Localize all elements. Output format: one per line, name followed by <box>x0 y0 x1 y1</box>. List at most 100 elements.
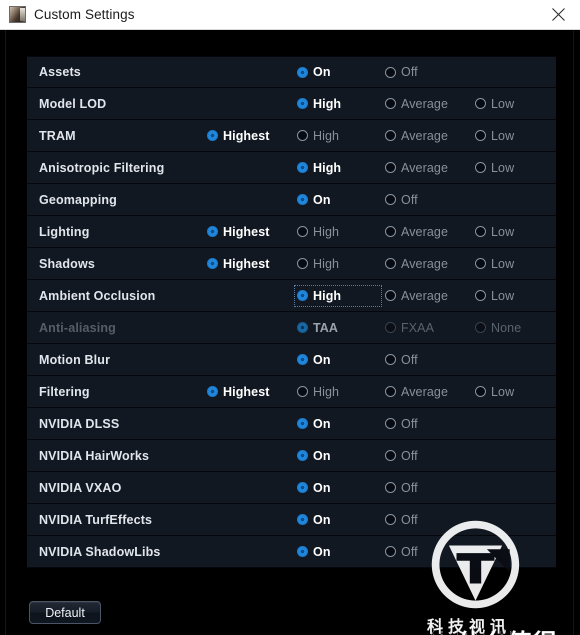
radio-option-label: Off <box>401 544 418 559</box>
radio-option[interactable]: High <box>295 222 342 242</box>
settings-row-label: NVIDIA HairWorks <box>39 448 150 463</box>
settings-row: Geomapping On Off <box>27 184 556 216</box>
radio-option[interactable]: Average <box>383 254 451 274</box>
settings-row: Filtering Highest High Average Low <box>27 376 556 408</box>
radio-option[interactable]: High <box>294 284 382 307</box>
radio-selected-icon <box>207 258 218 269</box>
radio-unselected-icon <box>475 226 486 237</box>
site-name-watermark: 科技视讯 <box>427 617 512 635</box>
settings-row: Assets On Off <box>27 56 556 88</box>
radio-selected-icon <box>297 162 308 173</box>
radio-selected-icon <box>207 386 218 397</box>
radio-option-label: High <box>313 288 342 303</box>
radio-option[interactable]: Highest <box>205 254 273 274</box>
radio-option[interactable]: Off <box>383 542 421 562</box>
radio-option[interactable]: Off <box>383 190 421 210</box>
radio-option[interactable]: Low <box>473 158 517 178</box>
radio-option[interactable]: Low <box>473 382 517 402</box>
radio-option-label: High <box>313 160 342 175</box>
radio-option-label: Low <box>491 128 515 143</box>
radio-option-label: High <box>313 224 340 239</box>
radio-option[interactable]: Highest <box>205 382 273 402</box>
radio-option[interactable]: Off <box>383 478 421 498</box>
radio-option[interactable]: Highest <box>205 126 273 146</box>
radio-option-label: Average <box>401 256 449 271</box>
radio-option[interactable]: Average <box>383 94 451 114</box>
site-name-pinyin-watermark: K E J I S H I X U N <box>431 631 516 635</box>
radio-option[interactable]: On <box>295 62 334 82</box>
radio-unselected-icon <box>385 290 396 301</box>
radio-option[interactable]: Off <box>383 414 421 434</box>
radio-option[interactable]: Highest <box>205 222 273 242</box>
radio-option[interactable]: High <box>295 94 344 114</box>
radio-option[interactable]: Off <box>383 446 421 466</box>
radio-option[interactable]: On <box>295 446 334 466</box>
settings-row: Anisotropic Filtering High Average Low <box>27 152 556 184</box>
radio-option[interactable]: TAA <box>295 318 341 338</box>
radio-unselected-icon <box>385 226 396 237</box>
radio-option[interactable]: Low <box>473 94 517 114</box>
radio-option[interactable]: Off <box>383 62 421 82</box>
radio-selected-icon <box>297 450 308 461</box>
radio-unselected-icon <box>385 194 396 205</box>
radio-option[interactable]: Average <box>383 126 451 146</box>
radio-unselected-icon <box>297 130 308 141</box>
radio-option[interactable]: Low <box>473 222 517 242</box>
radio-option[interactable]: High <box>295 158 344 178</box>
radio-option[interactable]: Average <box>383 158 451 178</box>
radio-option-label: Average <box>401 384 449 399</box>
radio-option[interactable]: Low <box>473 254 517 274</box>
radio-unselected-icon <box>475 386 486 397</box>
radio-option[interactable]: Off <box>383 350 421 370</box>
window-titlebar: Custom Settings <box>0 0 580 30</box>
settings-row-label: Geomapping <box>39 192 117 207</box>
radio-option-label: TAA <box>313 320 339 335</box>
radio-unselected-icon <box>475 322 486 333</box>
radio-selected-icon <box>297 354 308 365</box>
radio-option-label: On <box>313 512 331 527</box>
radio-option[interactable]: Average <box>383 286 451 306</box>
default-button[interactable]: Default <box>29 601 101 624</box>
radio-option[interactable]: FXAA <box>383 318 437 338</box>
radio-selected-icon <box>297 98 308 109</box>
radio-unselected-icon <box>475 98 486 109</box>
radio-option-label: On <box>313 416 331 431</box>
radio-option[interactable]: On <box>295 414 334 434</box>
radio-option[interactable]: On <box>295 542 334 562</box>
radio-option-label: On <box>313 448 331 463</box>
radio-option[interactable]: Low <box>473 126 517 146</box>
radio-option[interactable]: Average <box>383 222 451 242</box>
radio-unselected-icon <box>385 162 396 173</box>
settings-row-label: Anti-aliasing <box>39 320 116 335</box>
radio-option-label: High <box>313 96 342 111</box>
radio-unselected-icon <box>385 98 396 109</box>
settings-row: TRAM Highest High Average Low <box>27 120 556 152</box>
radio-option-label: FXAA <box>401 320 435 335</box>
settings-row-label: Anisotropic Filtering <box>39 160 165 175</box>
radio-option-label: On <box>313 480 331 495</box>
radio-option[interactable]: On <box>295 190 334 210</box>
radio-option[interactable]: Low <box>473 286 517 306</box>
radio-unselected-icon <box>385 66 396 78</box>
radio-unselected-icon <box>475 290 486 301</box>
radio-option[interactable]: High <box>295 126 342 146</box>
radio-option[interactable]: Off <box>383 510 421 530</box>
radio-option[interactable]: On <box>295 478 334 498</box>
close-icon[interactable] <box>536 0 580 29</box>
radio-option[interactable]: High <box>295 254 342 274</box>
radio-option[interactable]: None <box>473 318 524 338</box>
radio-option[interactable]: High <box>295 382 342 402</box>
radio-option-label: Average <box>401 160 449 175</box>
radio-unselected-icon <box>385 386 396 397</box>
settings-row-label: Ambient Occlusion <box>39 288 156 303</box>
radio-selected-icon <box>297 194 308 205</box>
radio-option[interactable]: Average <box>383 382 451 402</box>
settings-row-label: Lighting <box>39 224 90 239</box>
settings-row: NVIDIA ShadowLibs On Off <box>27 536 556 568</box>
radio-option[interactable]: On <box>295 350 334 370</box>
radio-option-label: Low <box>491 160 515 175</box>
radio-option[interactable]: On <box>295 510 334 530</box>
radio-option-label: Off <box>401 416 418 431</box>
radio-option-label: Highest <box>223 384 270 399</box>
radio-selected-icon <box>297 290 308 301</box>
